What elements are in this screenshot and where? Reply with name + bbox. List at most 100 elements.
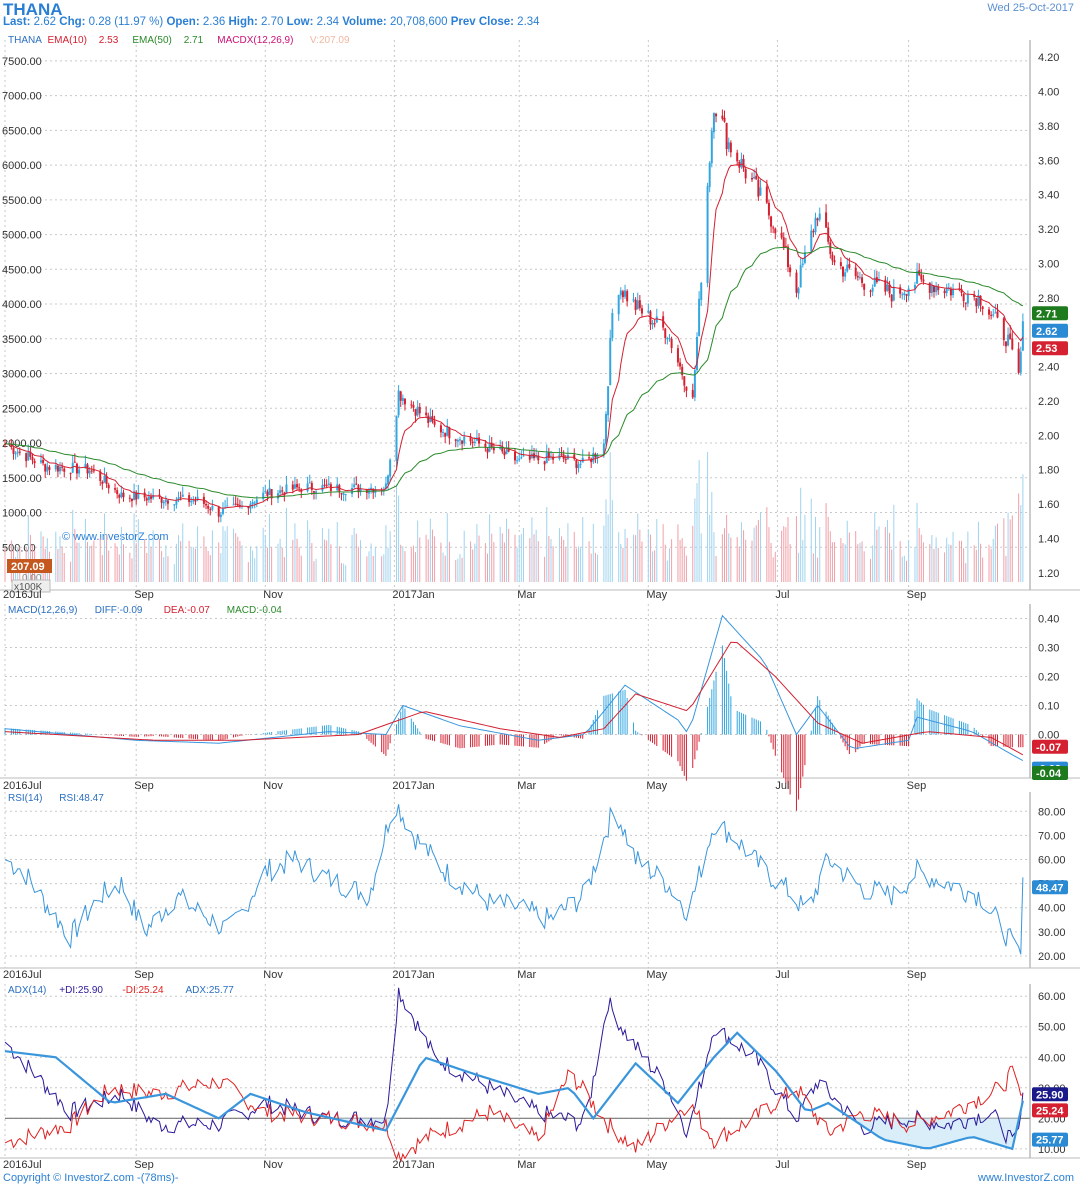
candle-body <box>90 470 93 472</box>
candle-body <box>33 460 36 464</box>
candle-body <box>344 494 347 496</box>
candle-body <box>905 294 908 296</box>
candle-body <box>679 362 682 367</box>
price-tick-label: 1.80 <box>1038 465 1059 477</box>
legend-entry: 2.53 <box>99 35 119 46</box>
minus-di-line <box>4 1065 1023 1164</box>
y-tick-label: 60.00 <box>1038 991 1066 1003</box>
candle-body <box>621 291 624 298</box>
candle-body <box>755 175 758 180</box>
candle-body <box>116 490 119 494</box>
candle-body <box>251 502 254 505</box>
candle-body <box>698 298 701 336</box>
candle-body <box>604 413 607 445</box>
x-tick-label: Sep <box>907 1159 927 1170</box>
candle-body <box>611 313 614 338</box>
candle-body <box>107 484 110 489</box>
volume-tick-label: 3000.00 <box>2 369 42 381</box>
candle-body <box>164 499 167 502</box>
candle-body <box>922 279 925 282</box>
candle-body <box>128 497 131 499</box>
plus-di-last-badge: 25.90 <box>1036 1089 1064 1101</box>
candle-body <box>685 386 688 391</box>
adx-shade <box>5 1118 1023 1149</box>
candle-body <box>770 216 773 227</box>
x-tick-label: Mar <box>517 969 536 981</box>
candle-body <box>619 290 622 296</box>
candle-body <box>990 314 993 316</box>
candle-body <box>530 453 533 459</box>
candle-body <box>232 504 235 506</box>
candle-body <box>433 421 436 425</box>
candle-body <box>351 487 354 494</box>
legend-entry: 2.71 <box>184 35 204 46</box>
candle-body <box>626 291 629 302</box>
candle-body <box>767 202 770 216</box>
candle-body <box>471 441 474 444</box>
legend-entry: V:207.09 <box>310 35 350 46</box>
volume-tick-label: 4000.00 <box>2 299 42 311</box>
candle-body <box>44 464 47 472</box>
legend-entry: +DI:25.90 <box>59 985 103 996</box>
price-tick-label: 3.00 <box>1038 258 1059 270</box>
candle-body <box>966 294 969 304</box>
candle-body <box>789 267 792 273</box>
candle-body <box>61 466 64 468</box>
y-tick-label: 0.10 <box>1038 701 1059 713</box>
candle-body <box>291 484 294 490</box>
candle-body <box>844 272 847 277</box>
candle-body <box>577 464 580 469</box>
candle-body <box>810 230 813 252</box>
stock-chart[interactable]: 1.201.401.601.802.002.202.402.602.803.00… <box>0 0 1080 1170</box>
legend-entry: -DI:25.24 <box>122 985 164 996</box>
volume-badge: 207.09 <box>11 561 45 573</box>
price-tick-label: 4.20 <box>1038 52 1059 64</box>
candle-body <box>192 500 195 502</box>
candle-body <box>772 227 775 229</box>
candle-body <box>253 502 256 504</box>
candle-body <box>150 496 153 499</box>
candle-body <box>871 287 874 292</box>
y-tick-label: 40.00 <box>1038 903 1066 915</box>
candle-body <box>101 481 104 484</box>
price-tick-label: 2.40 <box>1038 362 1059 374</box>
candle-body <box>988 309 991 315</box>
candle-body <box>774 228 777 234</box>
candle-body <box>814 217 817 233</box>
candle-body <box>46 466 49 472</box>
rsi-last-badge: 48.47 <box>1036 882 1064 894</box>
candle-body <box>636 300 639 310</box>
candle-body <box>715 113 718 117</box>
candle-body <box>795 272 798 293</box>
candle-body <box>473 441 476 444</box>
candle-body <box>818 213 821 220</box>
price-tick-label: 2.20 <box>1038 396 1059 408</box>
candle-body <box>54 464 57 470</box>
ema10-last-badge: 2.53 <box>1036 343 1057 355</box>
candle-body <box>73 461 76 463</box>
candle-body <box>27 451 30 461</box>
volume-tick-label: 4500.00 <box>2 264 42 276</box>
candle-body <box>668 338 671 340</box>
candle-body <box>323 484 326 486</box>
candle-body <box>842 266 845 277</box>
candle-body <box>505 449 508 455</box>
candle-body <box>607 386 610 416</box>
candle-body <box>592 453 595 462</box>
candle-body <box>681 366 684 376</box>
x-tick-label: May <box>646 589 667 601</box>
x-tick-label: 2017Jan <box>392 589 434 601</box>
candle-body <box>786 246 789 268</box>
candle-body <box>579 463 582 465</box>
candle-body <box>1019 351 1022 373</box>
x-tick-label: Mar <box>517 1159 536 1170</box>
candle-body <box>812 231 815 233</box>
price-tick-label: 3.40 <box>1038 190 1059 202</box>
candle-body <box>981 306 984 309</box>
site-link[interactable]: www.InvestorZ.com <box>978 1172 1074 1184</box>
legend-entry: EMA(50) <box>132 35 171 46</box>
candle-body <box>863 283 866 290</box>
candle-body <box>560 453 563 455</box>
candle-body <box>780 232 783 238</box>
x-tick-label: May <box>646 969 667 981</box>
